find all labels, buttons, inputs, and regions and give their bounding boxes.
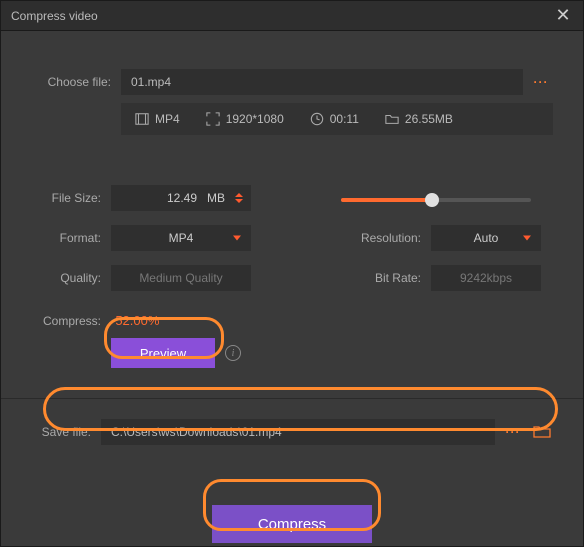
resolution-select[interactable]: Auto — [431, 225, 541, 251]
slider-thumb[interactable] — [425, 193, 439, 207]
chevron-down-icon — [523, 236, 531, 241]
save-file-label: Save file: — [31, 425, 91, 439]
quality-label: Quality: — [31, 271, 101, 285]
meta-size: 26.55MB — [385, 112, 453, 126]
resolution-field: Resolution: Auto — [341, 225, 553, 251]
slider-fill — [341, 198, 432, 202]
chevron-down-icon — [233, 236, 241, 241]
bitrate-field: Bit Rate: 9242kbps — [341, 265, 553, 291]
folder-icon — [385, 112, 399, 126]
file-size-field: File Size: 12.49 MB — [31, 185, 311, 211]
meta-resolution-text: 1920*1080 — [226, 112, 284, 126]
file-size-label: File Size: — [31, 191, 101, 205]
meta-duration-text: 00:11 — [330, 112, 359, 126]
quality-field: Quality: Medium Quality — [31, 265, 311, 291]
preview-button[interactable]: Preview — [111, 338, 215, 368]
resolution-label: Resolution: — [341, 231, 421, 245]
meta-duration: 00:11 — [310, 112, 359, 126]
compress-stat-value: -52.00% — [111, 313, 159, 328]
file-size-input[interactable]: 12.49 MB — [111, 185, 251, 211]
info-icon[interactable]: i — [225, 345, 241, 361]
resolution-value: Auto — [474, 231, 499, 245]
format-field: Format: MP4 — [31, 225, 311, 251]
compress-button[interactable]: Compress — [212, 505, 372, 543]
open-folder-button[interactable] — [533, 424, 553, 441]
save-file-browse-button[interactable]: ··· — [501, 419, 525, 445]
bitrate-label: Bit Rate: — [341, 271, 421, 285]
bitrate-value: 9242kbps — [460, 271, 512, 285]
choose-file-browse-button[interactable]: ··· — [529, 69, 553, 95]
format-label: Format: — [31, 231, 101, 245]
divider — [1, 398, 583, 399]
bitrate-value-box: 9242kbps — [431, 265, 541, 291]
quality-value-box: Medium Quality — [111, 265, 251, 291]
save-file-input[interactable] — [101, 419, 495, 445]
stepper-up-icon[interactable] — [235, 193, 243, 197]
format-select[interactable]: MP4 — [111, 225, 251, 251]
titlebar: Compress video ✕ — [1, 1, 583, 31]
meta-format: MP4 — [135, 112, 180, 126]
quality-value: Medium Quality — [139, 271, 222, 285]
file-meta-bar: MP4 1920*1080 00:11 26.55MB — [121, 103, 553, 135]
choose-file-row: Choose file: ··· — [31, 69, 553, 95]
clock-icon — [310, 112, 324, 126]
file-size-stepper[interactable] — [235, 193, 251, 203]
film-icon — [135, 112, 149, 126]
close-icon[interactable]: ✕ — [553, 5, 573, 26]
meta-size-text: 26.55MB — [405, 112, 453, 126]
meta-resolution: 1920*1080 — [206, 112, 284, 126]
compress-video-dialog: Compress video ✕ Choose file: ··· MP4 19… — [0, 0, 584, 547]
stepper-down-icon[interactable] — [235, 199, 243, 203]
file-size-slider-wrap — [341, 185, 553, 211]
format-value: MP4 — [169, 231, 194, 245]
file-size-unit: MB — [203, 185, 235, 211]
save-file-row: Save file: ··· — [31, 419, 553, 445]
file-size-value: 12.49 — [111, 185, 203, 211]
compress-stat: Compress: -52.00% — [31, 313, 553, 328]
fullscreen-icon — [206, 112, 220, 126]
window-title: Compress video — [11, 9, 98, 23]
meta-format-text: MP4 — [155, 112, 180, 126]
file-size-slider[interactable] — [341, 198, 531, 202]
choose-file-label: Choose file: — [31, 75, 111, 89]
compress-stat-label: Compress: — [31, 314, 101, 328]
choose-file-input[interactable] — [121, 69, 523, 95]
